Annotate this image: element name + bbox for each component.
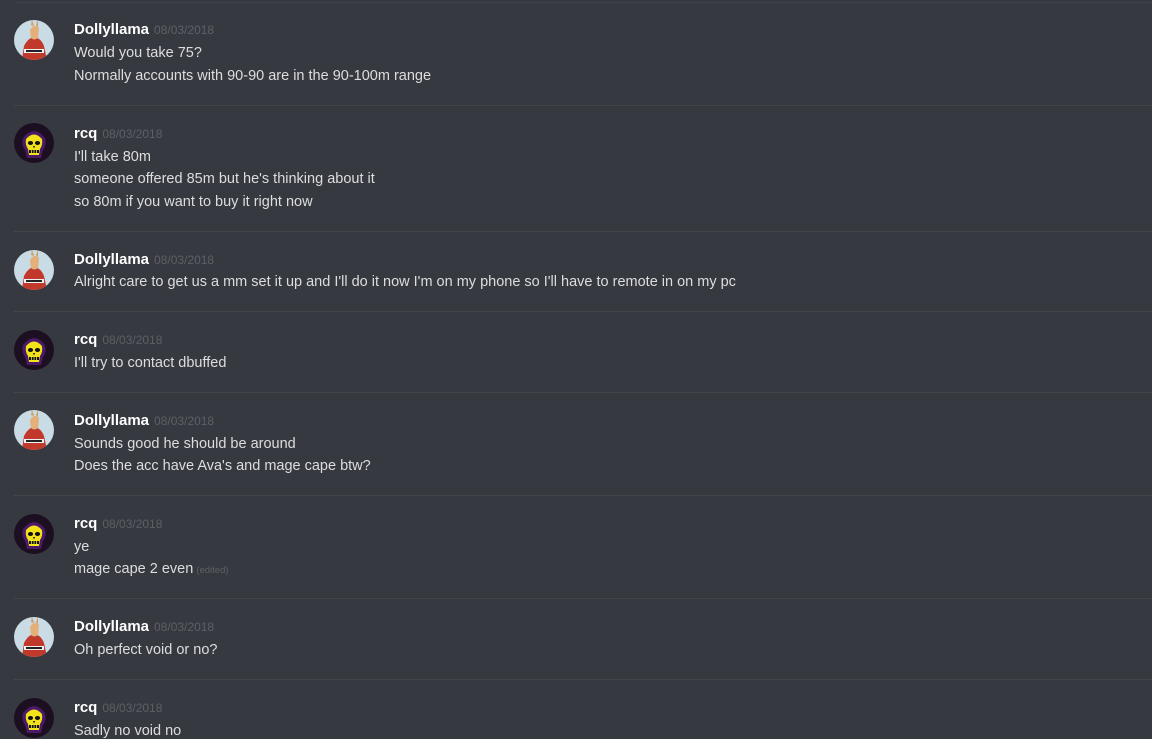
message-header: rcq 08/03/2018 — [74, 124, 162, 144]
message-text: Alright care to get us a mm set it up an… — [74, 274, 736, 290]
username[interactable]: Dollyllama — [74, 618, 149, 635]
message-group: Dollyllama 08/03/2018 Alright care to get… — [0, 232, 1152, 312]
message-group: rcq 08/03/2018 ye mage cape 2 even (edited… — [0, 496, 1152, 599]
edited-label: (edited) — [196, 565, 229, 576]
skull-avatar[interactable] — [14, 514, 54, 554]
message-text: I'll take 80m — [74, 149, 151, 165]
message-text: Does the acc have Ava's and mage cape bt… — [74, 458, 371, 474]
message-header: rcq 08/03/2018 — [74, 698, 162, 718]
message-header: Dollyllama 08/03/2018 — [74, 20, 214, 40]
message-text-content: mage cape 2 even — [74, 561, 194, 577]
timestamp: 08/03/2018 — [154, 253, 215, 267]
username[interactable]: rcq — [74, 125, 97, 142]
timestamp: 08/03/2018 — [154, 620, 215, 634]
message-group: Dollyllama 08/03/2018 Would you take 75? … — [0, 3, 1152, 106]
skull-avatar[interactable] — [14, 330, 54, 370]
message-text: ye — [74, 539, 90, 555]
llama-avatar[interactable] — [14, 617, 54, 657]
timestamp: 08/03/2018 — [154, 23, 215, 37]
llama-avatar[interactable] — [14, 410, 54, 450]
timestamp: 08/03/2018 — [102, 127, 163, 141]
message-text: Oh perfect void or no? — [74, 642, 218, 658]
timestamp: 08/03/2018 — [102, 517, 163, 531]
username[interactable]: Dollyllama — [74, 412, 149, 429]
message-header: Dollyllama 08/03/2018 — [74, 411, 214, 431]
message-text: Sounds good he should be around — [74, 436, 296, 452]
message-text: Sadly no void no — [74, 723, 182, 739]
username[interactable]: rcq — [74, 515, 97, 532]
skull-avatar[interactable] — [14, 698, 54, 738]
message-group: rcq 08/03/2018 I'll take 80m someone offe… — [0, 106, 1152, 232]
chat-message-list[interactable]: Dollyllama 08/03/2018 Would you take 75? … — [0, 0, 1152, 739]
skull-avatar[interactable] — [14, 123, 54, 163]
timestamp: 08/03/2018 — [102, 333, 163, 347]
username[interactable]: Dollyllama — [74, 21, 149, 38]
message-header: Dollyllama 08/03/2018 — [74, 250, 214, 270]
message-text: Normally accounts with 90-90 are in the … — [74, 68, 432, 84]
message-group: rcq 08/03/2018 Sadly no void no — [0, 680, 1152, 739]
username[interactable]: Dollyllama — [74, 251, 149, 268]
llama-avatar[interactable] — [14, 250, 54, 290]
username[interactable]: rcq — [74, 331, 97, 348]
username[interactable]: rcq — [74, 699, 97, 716]
message-header: rcq 08/03/2018 — [74, 514, 162, 534]
message-header: Dollyllama 08/03/2018 — [74, 617, 214, 637]
message-text: someone offered 85m but he's thinking ab… — [74, 171, 375, 187]
message-text: Would you take 75? — [74, 45, 202, 61]
message-group: Dollyllama 08/03/2018 Sounds good he shou… — [0, 393, 1152, 496]
message-group: Dollyllama 08/03/2018 Oh perfect void or … — [0, 599, 1152, 680]
message-group: rcq 08/03/2018 I'll try to contact dbuffe… — [0, 312, 1152, 393]
timestamp: 08/03/2018 — [154, 414, 215, 428]
message-text: I'll try to contact dbuffed — [74, 355, 227, 371]
message-header: rcq 08/03/2018 — [74, 330, 162, 350]
llama-avatar[interactable] — [14, 20, 54, 60]
message-text: so 80m if you want to buy it right now — [74, 194, 313, 210]
message-text: mage cape 2 even (edited) — [74, 558, 229, 582]
timestamp: 08/03/2018 — [102, 701, 163, 715]
